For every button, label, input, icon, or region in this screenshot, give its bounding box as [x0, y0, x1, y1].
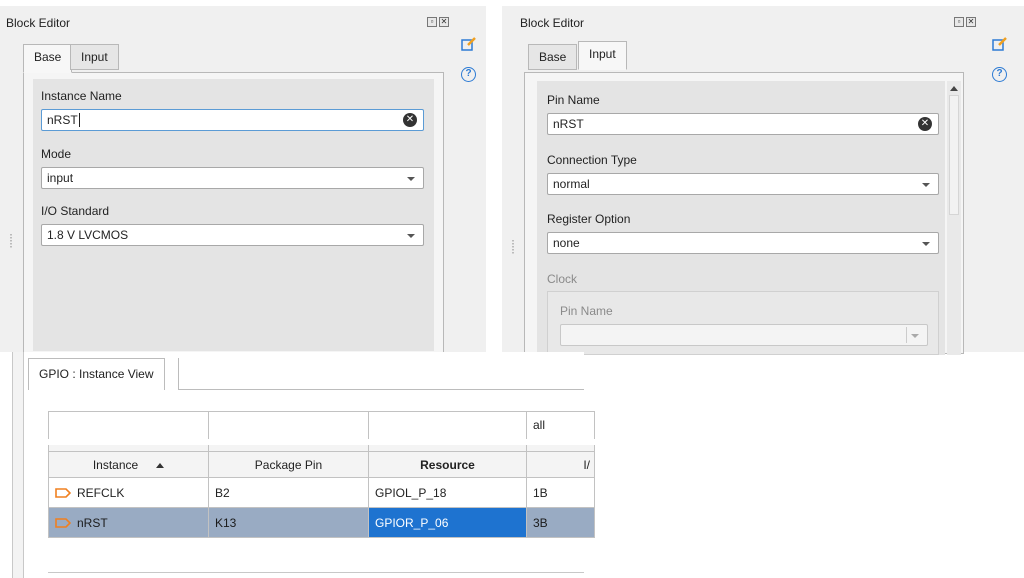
- restore-icon[interactable]: ▫: [954, 17, 964, 27]
- pin-name-label: Pin Name: [547, 93, 600, 107]
- chevron-down-icon: [922, 242, 930, 246]
- help-icon[interactable]: ?: [461, 67, 476, 82]
- table-bottom-border: [48, 572, 584, 573]
- filter-cell[interactable]: [48, 411, 209, 442]
- edit-icon[interactable]: [461, 36, 477, 52]
- header-spacer: [526, 438, 595, 452]
- close-icon[interactable]: ✕: [439, 17, 449, 27]
- clock-label: Clock: [547, 272, 578, 286]
- instance-cell[interactable]: nRST: [48, 507, 209, 538]
- table-row[interactable]: REFCLK B2 GPIOL_P_18 1B: [48, 477, 595, 508]
- tab-input[interactable]: Input: [578, 41, 627, 70]
- instance-name-label: Instance Name: [41, 89, 122, 103]
- clear-text-icon[interactable]: ✕: [403, 113, 417, 127]
- package-pin-cell[interactable]: B2: [208, 477, 369, 508]
- column-header-instance[interactable]: [48, 438, 209, 452]
- instance-name-input[interactable]: nRST ✕: [41, 109, 424, 131]
- mode-select[interactable]: input: [41, 167, 424, 189]
- chevron-down-icon: [407, 234, 415, 238]
- column-label: Instance: [92, 457, 139, 472]
- pin-arrow-icon: [55, 518, 71, 529]
- bank-cell[interactable]: 3B: [526, 507, 595, 538]
- tab-content: Pin Name nRST ✕ Connection Type normal R…: [524, 72, 964, 355]
- edit-icon[interactable]: [992, 36, 1008, 52]
- connection-type-label: Connection Type: [547, 153, 637, 167]
- header-spacer: [208, 438, 369, 452]
- tab-input[interactable]: Input: [70, 44, 119, 70]
- filter-row: all: [48, 411, 595, 442]
- register-option-select[interactable]: none: [547, 232, 939, 254]
- header-spacer: [368, 438, 527, 452]
- splitter-grip[interactable]: [10, 234, 12, 248]
- left-edge-bar: [12, 352, 24, 578]
- column-header-resource[interactable]: Resource: [368, 451, 527, 478]
- instance-cell[interactable]: REFCLK: [48, 477, 209, 508]
- form-area: Instance Name nRST ✕ Mode input I/O Stan…: [33, 79, 434, 351]
- splitter-grip[interactable]: [512, 240, 514, 254]
- register-option-label: Register Option: [547, 212, 631, 226]
- io-standard-label: I/O Standard: [41, 204, 110, 218]
- form-area: Pin Name nRST ✕ Connection Type normal R…: [537, 81, 945, 355]
- panel-title: Block Editor: [6, 16, 71, 30]
- chevron-down-icon: [407, 177, 415, 181]
- tab-base[interactable]: Base: [528, 44, 578, 70]
- resource-cell[interactable]: GPIOR_P_06: [368, 507, 527, 538]
- tab-gpio-instance-view[interactable]: GPIO : Instance View: [28, 358, 165, 390]
- package-pin-cell[interactable]: K13: [208, 507, 369, 538]
- filter-cell[interactable]: all: [526, 411, 595, 442]
- close-icon[interactable]: ✕: [966, 17, 976, 27]
- column-header-package-pin[interactable]: Package Pin: [208, 451, 369, 478]
- resource-cell[interactable]: GPIOL_P_18: [368, 477, 527, 508]
- scroll-up-arrow[interactable]: [950, 86, 958, 91]
- right-tool-strip: ?: [984, 6, 1024, 352]
- restore-icon[interactable]: ▫: [427, 17, 437, 27]
- help-icon[interactable]: ?: [992, 67, 1007, 82]
- column-header-instance[interactable]: Instance: [48, 451, 209, 478]
- clear-text-icon[interactable]: ✕: [918, 117, 932, 131]
- pin-name-input[interactable]: nRST ✕: [547, 113, 939, 135]
- right-block-editor: Block Editor ▫ ✕ Pin Name nRST ✕ Connect…: [502, 6, 1024, 355]
- tab-strip-line: [178, 389, 584, 390]
- clock-group: Pin Name: [547, 291, 939, 355]
- instance-name: nRST: [77, 515, 108, 530]
- dropdown-divider: [906, 327, 907, 343]
- sort-ascending-icon: [156, 462, 165, 468]
- instance-table: all Instance Package Pin Resource I/ REF…: [48, 411, 595, 538]
- tab-strip-end: [178, 358, 179, 390]
- filter-cell[interactable]: [368, 411, 527, 442]
- header-row: [48, 438, 595, 452]
- tab-content: Instance Name nRST ✕ Mode input I/O Stan…: [23, 72, 444, 354]
- io-standard-select[interactable]: 1.8 V LVCMOS: [41, 224, 424, 246]
- instance-view-panel: GPIO : Instance View all Instance Packag…: [0, 352, 595, 578]
- filter-cell[interactable]: [208, 411, 369, 442]
- mode-value: input: [47, 171, 74, 185]
- pin-name-value: nRST: [553, 117, 584, 131]
- connection-type-select[interactable]: normal: [547, 173, 939, 195]
- text-cursor: [78, 113, 80, 127]
- chevron-down-icon: [922, 183, 930, 187]
- io-standard-value: 1.8 V LVCMOS: [47, 228, 129, 242]
- register-option-value: none: [553, 236, 580, 250]
- panel-title: Block Editor: [520, 16, 585, 30]
- instance-name: REFCLK: [77, 485, 125, 500]
- clock-pin-name-select[interactable]: [560, 324, 928, 346]
- table-row[interactable]: nRST K13 GPIOR_P_06 3B: [48, 507, 595, 538]
- chevron-down-icon: [911, 334, 919, 338]
- left-tool-strip: ?: [455, 6, 486, 352]
- bank-cell[interactable]: 1B: [526, 477, 595, 508]
- pin-arrow-icon: [55, 488, 71, 499]
- column-header-io[interactable]: I/: [526, 451, 595, 478]
- column-header-row: Instance Package Pin Resource I/: [48, 451, 595, 478]
- vertical-scrollbar[interactable]: [947, 81, 961, 355]
- tab-base[interactable]: Base: [23, 44, 73, 73]
- mode-label: Mode: [41, 147, 72, 161]
- instance-name-value: nRST: [47, 113, 78, 127]
- scroll-thumb[interactable]: [949, 95, 959, 215]
- left-block-editor: Block Editor ▫ ✕ Instance Name nRST ✕ Mo…: [0, 6, 486, 354]
- clock-pin-name-label: Pin Name: [560, 304, 613, 318]
- connection-type-value: normal: [553, 177, 590, 191]
